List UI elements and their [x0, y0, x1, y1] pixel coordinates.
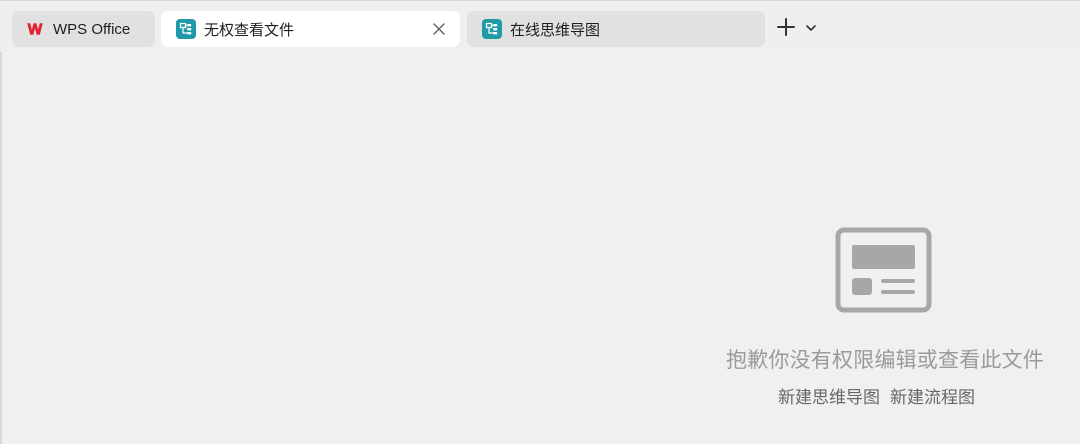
wps-logo-icon — [25, 19, 45, 39]
tab-list-dropdown[interactable] — [803, 22, 819, 36]
plus-icon — [776, 17, 796, 42]
close-tab-icon[interactable] — [430, 20, 448, 38]
new-tab-button[interactable] — [775, 17, 797, 42]
mind-map-icon — [176, 19, 196, 39]
document-placeholder-icon — [835, 227, 932, 313]
chevron-down-icon — [805, 20, 817, 38]
new-flowchart-link[interactable]: 新建流程图 — [890, 383, 975, 408]
tab-label: 在线思维导图 — [510, 21, 601, 39]
tab-no-permission[interactable]: 无权查看文件 — [161, 11, 460, 47]
new-mind-map-link[interactable]: 新建思维导图 — [778, 383, 880, 408]
tab-label: 无权查看文件 — [204, 21, 295, 39]
no-permission-message: 抱歉你没有权限编辑或查看此文件 — [726, 349, 1044, 372]
tab-label: WPS Office — [53, 20, 131, 38]
mind-map-icon — [482, 19, 502, 39]
tab-wps-office[interactable]: WPS Office — [12, 11, 155, 47]
empty-state-actions: 新建思维导图 新建流程图 — [778, 383, 998, 408]
tab-bar: WPS Office 无权查看文件 在线思维导图 — [0, 0, 1080, 52]
tab-online-mind-map[interactable]: 在线思维导图 — [467, 11, 765, 47]
left-window-edge — [0, 52, 2, 444]
